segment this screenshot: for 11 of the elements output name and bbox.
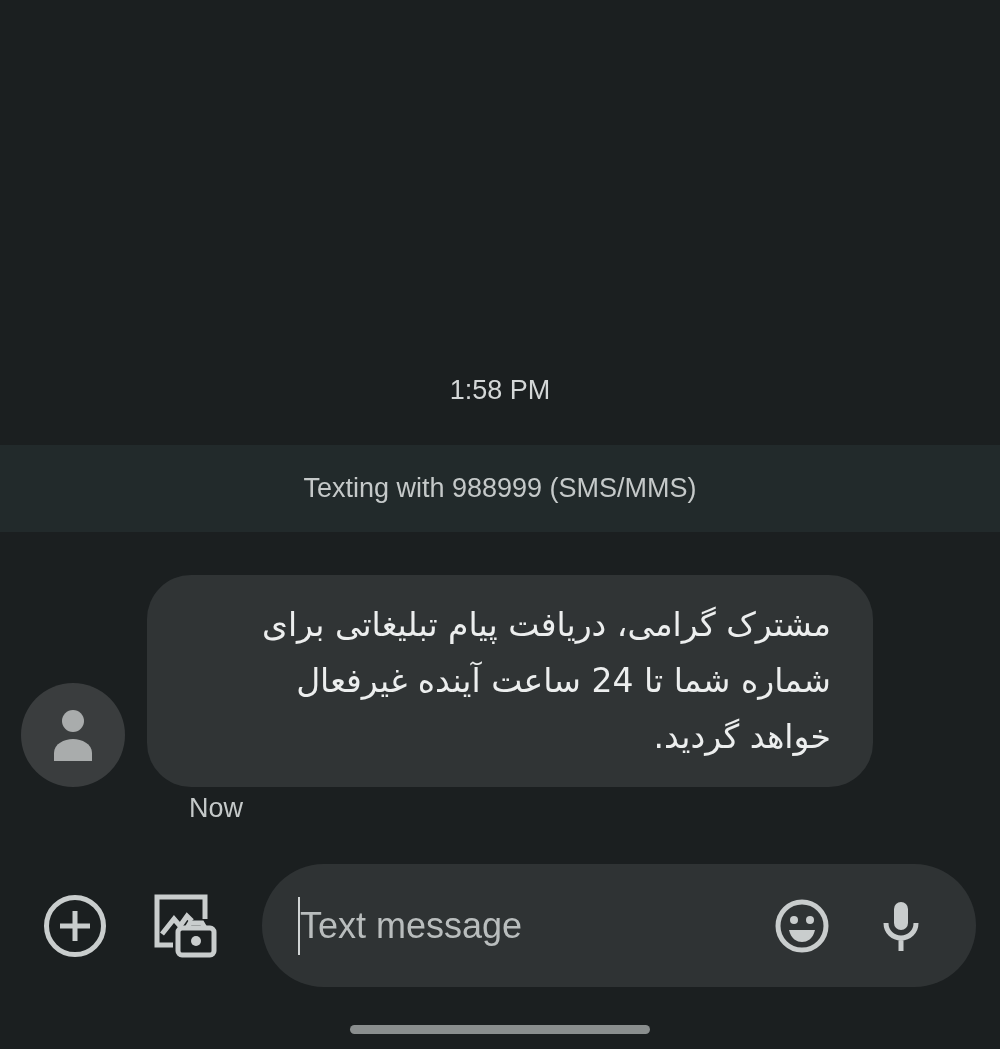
message-timestamp: 1:58 PM: [449, 374, 551, 407]
person-icon: [53, 709, 93, 761]
emoji-button[interactable]: [775, 898, 829, 953]
message-input[interactable]: Text message: [300, 895, 775, 956]
gallery-button[interactable]: [153, 893, 217, 958]
message-field[interactable]: Text message: [262, 864, 976, 987]
banner-text: Texting with 988999 (SMS/MMS): [303, 473, 697, 504]
text-cursor: [298, 896, 300, 955]
message-time: Now: [189, 793, 243, 824]
message-bubble: مشترک گرامی، دریافت پیام تبلیغاتی برای شماره شما تا 24 ساعت آینده غیرفعال خواهد گردید.: [147, 575, 873, 787]
add-button[interactable]: [43, 893, 107, 958]
